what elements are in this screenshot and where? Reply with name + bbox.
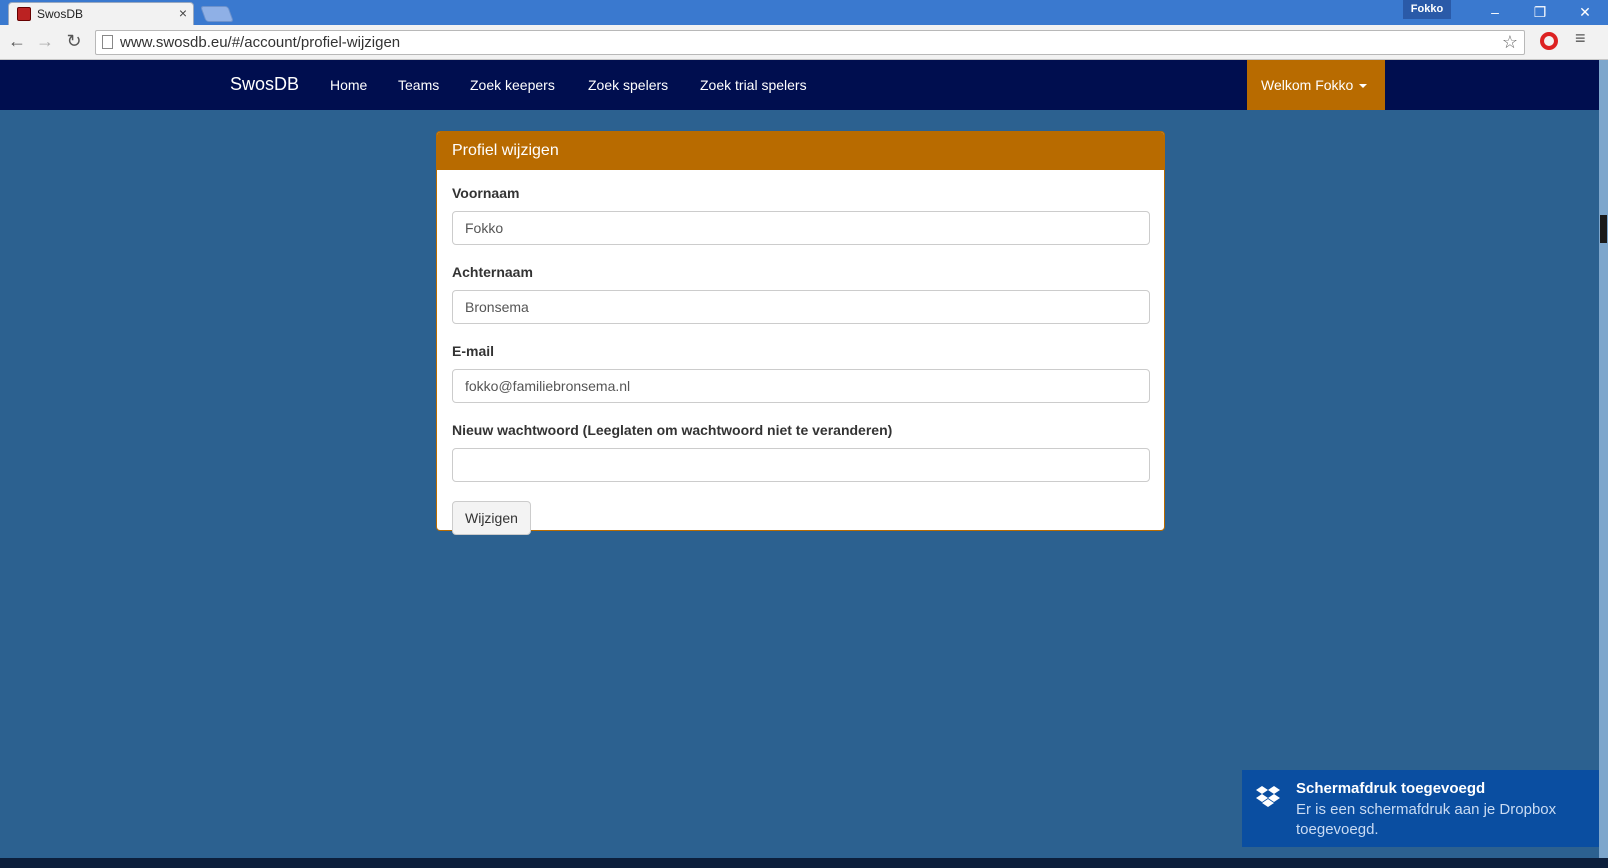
profile-panel: Profiel wijzigen Voornaam Achternaam E-m…: [436, 131, 1165, 535]
new-password-input[interactable]: [452, 448, 1150, 482]
new-password-label: Nieuw wachtwoord (Leeglaten om wachtwoor…: [452, 422, 893, 438]
url-text[interactable]: www.swosdb.eu/#/account/profiel-wijzigen: [120, 34, 400, 51]
nav-zoek-trial-spelers[interactable]: Zoek trial spelers: [700, 77, 807, 93]
taskbar: [0, 858, 1608, 868]
browser-tab[interactable]: SwosDB ×: [8, 2, 194, 25]
reload-button[interactable]: ↻: [63, 30, 85, 52]
site-navbar: SwosDB Home Teams Zoek keepers Zoek spel…: [0, 60, 1608, 110]
panel-title: Profiel wijzigen: [437, 132, 1164, 170]
dropbox-notification[interactable]: Schermafdruk toegevoegd Er is een scherm…: [1242, 770, 1599, 847]
caret-down-icon: [1359, 84, 1368, 89]
user-menu-label: Welkom Fokko: [1261, 77, 1354, 93]
page-icon: [102, 35, 113, 49]
nav-zoek-keepers[interactable]: Zoek keepers: [470, 77, 555, 93]
profile-badge[interactable]: Fokko: [1403, 0, 1451, 19]
browser-menu-icon[interactable]: ≡: [1575, 28, 1586, 49]
tab-title: SwosDB: [37, 7, 84, 21]
lastname-label: Achternaam: [452, 264, 533, 280]
email-input[interactable]: [452, 369, 1150, 403]
profile-form: Voornaam Achternaam E-mail Nieuw wachtwo…: [437, 170, 1164, 550]
nav-zoek-spelers[interactable]: Zoek spelers: [588, 77, 668, 93]
browser-toolbar: ← → ↻ www.swosdb.eu/#/account/profiel-wi…: [0, 25, 1608, 60]
minimize-button[interactable]: –: [1475, 1, 1515, 23]
firstname-label: Voornaam: [452, 185, 520, 201]
close-window-button[interactable]: ✕: [1565, 1, 1605, 23]
new-tab-button[interactable]: [200, 6, 234, 22]
close-tab-icon[interactable]: ×: [179, 5, 187, 21]
notification-message: Er is een schermafdruk aan je Dropbox to…: [1296, 801, 1557, 838]
email-label: E-mail: [452, 343, 495, 359]
back-button[interactable]: ←: [6, 30, 28, 52]
dropbox-icon: [1256, 786, 1280, 807]
nav-home[interactable]: Home: [330, 77, 367, 93]
scrollbar-thumb[interactable]: [1600, 215, 1607, 243]
bookmark-star-icon[interactable]: ☆: [1502, 32, 1518, 53]
restore-button[interactable]: ❐: [1520, 1, 1560, 23]
favicon-icon: [17, 7, 31, 21]
submit-button[interactable]: Wijzigen: [452, 501, 531, 535]
firstname-input[interactable]: [452, 211, 1150, 245]
address-bar[interactable]: www.swosdb.eu/#/account/profiel-wijzigen…: [95, 30, 1525, 55]
brand-link[interactable]: SwosDB: [230, 74, 299, 95]
opera-extension-icon[interactable]: [1540, 32, 1558, 50]
notification-title: Schermafdruk toegevoegd: [1296, 780, 1486, 797]
nav-teams[interactable]: Teams: [398, 77, 439, 93]
forward-button[interactable]: →: [34, 30, 56, 52]
lastname-input[interactable]: [452, 290, 1150, 324]
page-scrollbar[interactable]: [1599, 60, 1608, 858]
user-menu-dropdown[interactable]: Welkom Fokko: [1247, 60, 1385, 110]
browser-titlebar: SwosDB × Fokko – ❐ ✕: [0, 0, 1608, 25]
